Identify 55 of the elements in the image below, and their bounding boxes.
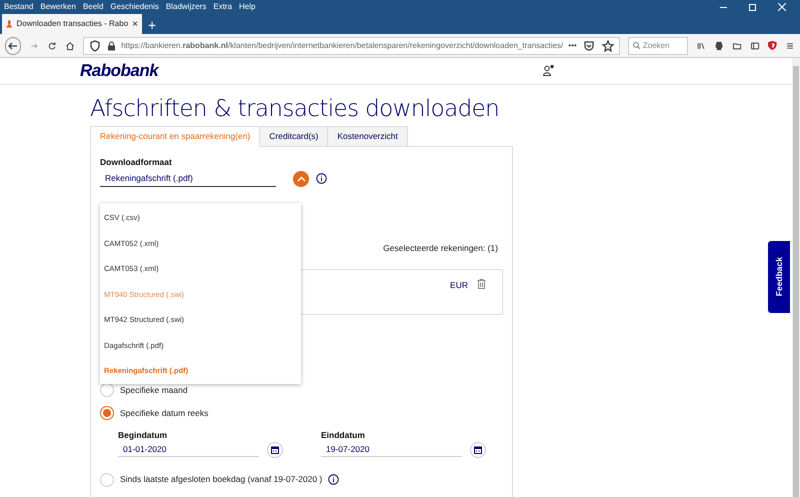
minimize-icon[interactable] [720, 6, 727, 8]
favicon-icon [6, 19, 13, 29]
chevron-up-icon [296, 176, 306, 182]
menu-item[interactable]: Bladwijzers [166, 1, 206, 13]
tab-close[interactable]: × [132, 16, 138, 32]
format-select[interactable]: Rekeningafschrift (.pdf) [100, 170, 276, 188]
new-tab-button[interactable]: + [142, 16, 162, 34]
more-button[interactable]: ••• [568, 40, 577, 52]
maximize-icon[interactable] [749, 4, 756, 10]
scrollbar[interactable] [792, 58, 800, 497]
tab[interactable]: Kostenoverzicht [328, 126, 408, 146]
address-bar[interactable]: https://bankieren.rabobank.nl/klanten/bedrijven/internetbankieren/betalensparen/rekeningoverzicht/downloaden_transacties/ ••• [83, 36, 620, 54]
currency-text: EUR [450, 279, 468, 292]
calendar-button[interactable] [470, 442, 486, 458]
browser-tab[interactable]: Downloaden transacties - Rabo × [2, 14, 142, 34]
trash-icon[interactable] [477, 279, 486, 289]
menu-item[interactable]: Help [239, 1, 256, 13]
radio-label: Specifieke datum reeks [120, 406, 208, 420]
search-field[interactable]: Zoeken [628, 36, 688, 54]
info-icon[interactable] [316, 173, 327, 184]
calendar-button[interactable] [267, 442, 283, 458]
tab-title: Downloaden transacties - Rabo [16, 18, 128, 30]
dropdown-toggle[interactable] [293, 170, 309, 187]
radio-button[interactable] [100, 472, 114, 487]
tab[interactable]: Creditcard(s) [260, 126, 328, 146]
menu-item[interactable]: Beeld [82, 1, 104, 13]
menu-item[interactable]: Bestand [4, 1, 34, 13]
feedback-button[interactable]: Feedback [768, 241, 790, 313]
info-icon[interactable] [328, 474, 340, 486]
calendar-icon [271, 446, 279, 454]
shield-icon[interactable] [88, 38, 102, 52]
date-field[interactable]: 01-01-2020 [118, 442, 259, 458]
field-label: Downloadformaat [100, 156, 173, 168]
menu-item[interactable]: Extra [213, 1, 232, 13]
url-text: https://bankieren.rabobank.nl/klanten/bedrijven/internetbankieren/betalensparen/rekeningoverzicht/downloaden_transacties/ [121, 40, 564, 52]
rabobank-logo[interactable]: Rabobank [80, 58, 158, 84]
shield-icon[interactable] [768, 39, 777, 52]
page-title: Afschriften & transacties downloaden [90, 96, 500, 122]
radio-button[interactable] [100, 406, 114, 420]
menu-item[interactable]: Bewerken [40, 1, 76, 13]
pocket-icon[interactable] [582, 38, 596, 52]
radio-label: Specifieke maand [120, 384, 188, 396]
field-label: Begindatum [118, 429, 168, 442]
date-field[interactable]: 19-07-2020 [321, 442, 462, 458]
radio-label: Sinds laatste afgesloten boekdag (vanaf 19-07-2020 ) [120, 473, 322, 486]
user-icon[interactable] [543, 65, 554, 76]
search-icon [632, 41, 640, 50]
calendar-icon [474, 446, 482, 454]
field-label: Einddatum [321, 429, 366, 442]
close-icon[interactable] [778, 3, 786, 11]
lock-icon [107, 40, 116, 50]
menu-item[interactable]: Geschiedenis [110, 1, 159, 13]
search-input[interactable]: Zoeken [642, 40, 684, 52]
selected-accounts-count: Geselecteerde rekeningen: (1) [383, 242, 498, 255]
star-icon[interactable] [600, 38, 615, 52]
